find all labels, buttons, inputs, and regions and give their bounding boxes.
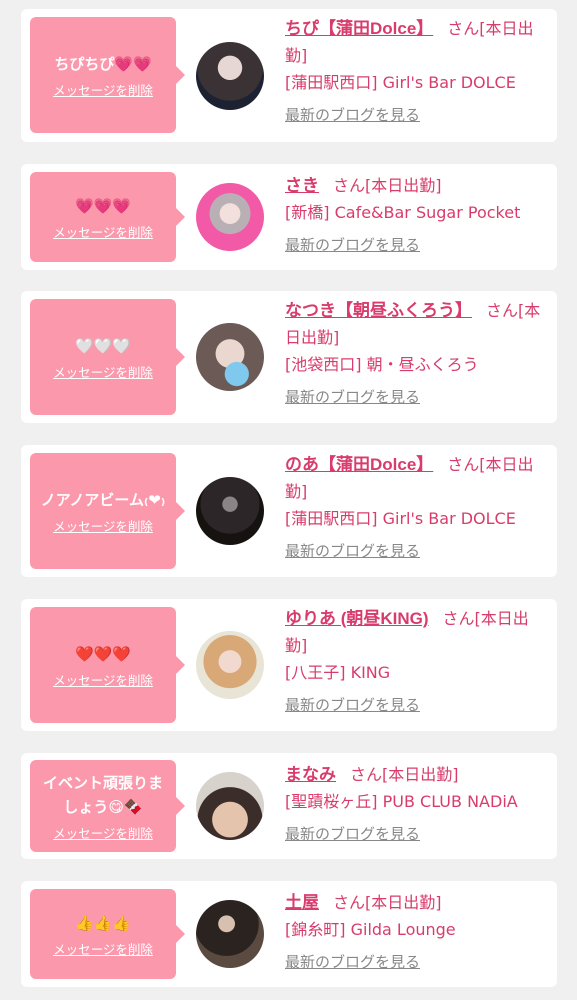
area-text: [蒲田駅西口] <box>285 509 378 528</box>
area-text: [聖蹟桜ヶ丘] <box>285 792 378 811</box>
message-text: イベント頑張りましょう😋🍫 <box>42 773 163 816</box>
delete-message-button[interactable]: メッセージを削除 <box>53 362 153 381</box>
girl-name-link[interactable]: のあ【蒲田Dolce】 <box>285 455 433 474</box>
message-bubble: 🤍🤍🤍 メッセージを削除 <box>30 299 185 415</box>
list-item: イベント頑張りましょう😋🍫 メッセージを削除 まなみ さん[本日出勤] [聖蹟桜ヶ… <box>21 753 557 859</box>
girl-info: のあ【蒲田Dolce】 さん[本日出勤] [蒲田駅西口] Girl's Bar D… <box>285 451 551 565</box>
latest-blog-link[interactable]: 最新のブログを見る <box>285 949 420 976</box>
girl-info: まなみ さん[本日出勤] [聖蹟桜ヶ丘] PUB CLUB NADiA 最新のブロ… <box>285 761 551 848</box>
girl-name-link[interactable]: ちぴ【蒲田Dolce】 <box>285 19 433 38</box>
message-text: ノアノアビーム₍❤︎₎ <box>40 490 166 509</box>
message-list: ちぴちぴ💗💗 メッセージを削除 ちぴ【蒲田Dolce】 さん[本日出勤] [蒲田駅… <box>0 0 577 1000</box>
girl-name-link[interactable]: ゆりあ (朝昼KING) <box>285 609 429 628</box>
shop-name: KING <box>350 663 391 682</box>
list-item: 👍👍👍 メッセージを削除 土屋 さん[本日出勤] [錦糸町] Gilda Loun… <box>21 881 557 987</box>
delete-message-button[interactable]: メッセージを削除 <box>53 939 153 958</box>
message-bubble: ノアノアビーム₍❤︎₎ メッセージを削除 <box>30 453 185 569</box>
delete-message-button[interactable]: メッセージを削除 <box>53 80 153 99</box>
girl-info: ちぴ【蒲田Dolce】 さん[本日出勤] [蒲田駅西口] Girl's Bar D… <box>285 15 551 129</box>
area-text: [蒲田駅西口] <box>285 73 378 92</box>
girl-name-link[interactable]: さき <box>285 176 319 195</box>
list-item: ちぴちぴ💗💗 メッセージを削除 ちぴ【蒲田Dolce】 さん[本日出勤] [蒲田駅… <box>21 9 557 142</box>
area-text: [錦糸町] <box>285 920 346 939</box>
girl-name-link[interactable]: 土屋 <box>285 893 319 912</box>
status-text: さん[本日出勤] <box>333 176 442 195</box>
area-text: [新橋] <box>285 203 330 222</box>
area-text: [八王子] <box>285 663 346 682</box>
latest-blog-link[interactable]: 最新のブログを見る <box>285 538 420 565</box>
girl-name-link[interactable]: まなみ <box>285 765 336 784</box>
girl-info: ゆりあ (朝昼KING) さん[本日出勤] [八王子] KING 最新のブログを見… <box>285 605 551 719</box>
message-bubble: ちぴちぴ💗💗 メッセージを削除 <box>30 17 185 133</box>
message-text: 💗💗💗 <box>74 196 132 215</box>
latest-blog-link[interactable]: 最新のブログを見る <box>285 821 420 848</box>
message-bubble: 💗💗💗 メッセージを削除 <box>30 172 185 262</box>
message-text: 🤍🤍🤍 <box>74 336 132 355</box>
latest-blog-link[interactable]: 最新のブログを見る <box>285 102 420 129</box>
girl-name-link[interactable]: なつき【朝昼ふくろう】 <box>285 301 472 320</box>
avatar[interactable] <box>196 323 264 391</box>
delete-message-button[interactable]: メッセージを削除 <box>53 670 153 689</box>
list-item: ❤️❤️❤️ メッセージを削除 ゆりあ (朝昼KING) さん[本日出勤] [八王… <box>21 599 557 731</box>
area-text: [池袋西口] <box>285 355 362 374</box>
delete-message-button[interactable]: メッセージを削除 <box>53 222 153 241</box>
shop-name: 朝・昼ふくろう <box>366 355 479 374</box>
girl-info: なつき【朝昼ふくろう】 さん[本日出勤] [池袋西口] 朝・昼ふくろう 最新のブロ… <box>285 297 551 411</box>
avatar[interactable] <box>196 772 264 840</box>
girl-info: 土屋 さん[本日出勤] [錦糸町] Gilda Lounge 最新のブログを見る <box>285 889 551 976</box>
shop-name: PUB CLUB NADiA <box>382 792 518 811</box>
message-bubble: ❤️❤️❤️ メッセージを削除 <box>30 607 185 723</box>
avatar[interactable] <box>196 477 264 545</box>
list-item: ノアノアビーム₍❤︎₎ メッセージを削除 のあ【蒲田Dolce】 さん[本日出勤]… <box>21 445 557 577</box>
delete-message-button[interactable]: メッセージを削除 <box>53 516 153 535</box>
shop-name: Cafe&Bar Sugar Pocket <box>334 203 521 222</box>
message-text: 👍👍👍 <box>74 913 132 932</box>
shop-name: Girl's Bar DOLCE <box>382 73 516 92</box>
girl-info: さき さん[本日出勤] [新橋] Cafe&Bar Sugar Pocket 最新… <box>285 172 551 259</box>
list-item: 💗💗💗 メッセージを削除 さき さん[本日出勤] [新橋] Cafe&Bar Su… <box>21 164 557 270</box>
message-text: ちぴちぴ💗💗 <box>54 54 152 73</box>
shop-name: Girl's Bar DOLCE <box>382 509 516 528</box>
avatar[interactable] <box>196 183 264 251</box>
latest-blog-link[interactable]: 最新のブログを見る <box>285 232 420 259</box>
message-bubble: 👍👍👍 メッセージを削除 <box>30 889 185 979</box>
avatar[interactable] <box>196 631 264 699</box>
status-text: さん[本日出勤] <box>350 765 459 784</box>
message-text: ❤️❤️❤️ <box>74 644 132 663</box>
status-text: さん[本日出勤] <box>333 893 442 912</box>
list-item: 🤍🤍🤍 メッセージを削除 なつき【朝昼ふくろう】 さん[本日出勤] [池袋西口] … <box>21 291 557 423</box>
shop-name: Gilda Lounge <box>350 920 456 939</box>
delete-message-button[interactable]: メッセージを削除 <box>53 823 153 842</box>
latest-blog-link[interactable]: 最新のブログを見る <box>285 384 420 411</box>
latest-blog-link[interactable]: 最新のブログを見る <box>285 692 420 719</box>
avatar[interactable] <box>196 42 264 110</box>
message-bubble: イベント頑張りましょう😋🍫 メッセージを削除 <box>30 760 185 852</box>
avatar[interactable] <box>196 900 264 968</box>
